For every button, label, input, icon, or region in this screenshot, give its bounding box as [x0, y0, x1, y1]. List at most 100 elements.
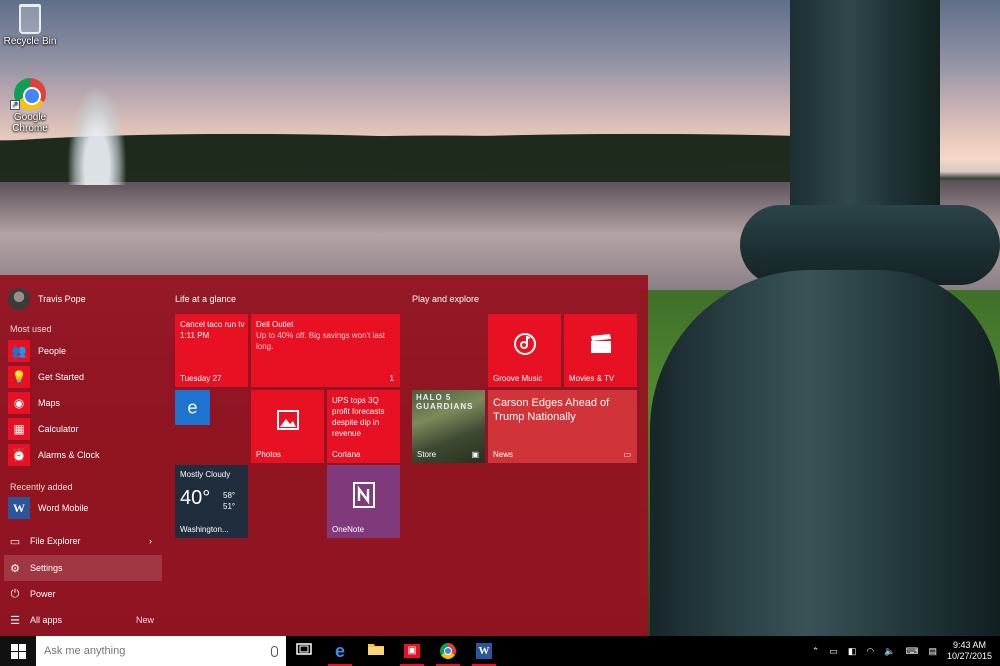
- movies-tv-label: Movies & TV: [569, 374, 615, 383]
- chrome-label: Google Chrome: [12, 112, 48, 134]
- taskbar-word[interactable]: W: [466, 636, 502, 666]
- app-label: Maps: [38, 398, 61, 408]
- action-center-icon[interactable]: ▤: [928, 646, 937, 657]
- start-menu-app-list: Travis Pope Most used 👥 People 💡 Get Sta…: [0, 275, 168, 636]
- user-name: Travis Pope: [38, 294, 86, 304]
- mail-preview: Up to 40% off. Big savings won't last lo…: [256, 331, 386, 351]
- task-view-icon: [296, 642, 312, 660]
- clapperboard-icon: [590, 333, 612, 360]
- lightbulb-icon: 💡: [8, 366, 30, 388]
- photos-icon: [276, 409, 299, 436]
- onenote-icon: [352, 481, 376, 514]
- movies-tv-tile[interactable]: Movies & TV: [564, 314, 637, 387]
- file-explorer-button[interactable]: ▭ File Explorer ›: [4, 528, 162, 554]
- news-tile[interactable]: Carson Edges Ahead of Trump Nationally N…: [488, 390, 637, 463]
- photos-label: Photos: [256, 450, 281, 459]
- task-view-button[interactable]: [286, 636, 322, 666]
- taskbar: e ▣ W ⌃ ▭ ◧ ◠ 🔈 ⌨ ▤ 9:43 AM 10/27/2015: [0, 636, 1000, 666]
- mail-tile[interactable]: Dell Outlet Up to 40% off. Big savings w…: [251, 314, 400, 387]
- all-apps-label: All apps: [30, 615, 63, 625]
- taskbar-edge[interactable]: e: [322, 636, 358, 666]
- weather-low: 51°: [223, 502, 236, 511]
- cortana-label: Cortana: [332, 450, 361, 459]
- recently-added-heading: Recently added: [10, 482, 73, 492]
- power-button[interactable]: ⏻ Power: [4, 581, 162, 607]
- calendar-date: Tuesday 27: [180, 374, 222, 383]
- app-label: Word Mobile: [38, 503, 89, 513]
- battery-icon[interactable]: ▭: [829, 646, 838, 657]
- taskbar-store[interactable]: ▣: [394, 636, 430, 666]
- cortana-search-box[interactable]: [36, 636, 286, 666]
- mail-sender: Dell Outlet: [256, 320, 294, 329]
- app-alarms-clock[interactable]: ⏰ Alarms & Clock: [8, 443, 162, 467]
- app-label: People: [38, 346, 67, 356]
- word-icon: W: [8, 497, 30, 519]
- onenote-label: OneNote: [332, 525, 365, 534]
- app-people[interactable]: 👥 People: [8, 339, 162, 363]
- folder-icon: ▭: [9, 535, 21, 548]
- store-bag-icon: ▣: [471, 450, 479, 459]
- weather-location: Washington...: [180, 525, 229, 534]
- weather-temp: 40°: [180, 487, 211, 509]
- settings-button[interactable]: ⚙ Settings: [4, 555, 162, 581]
- file-explorer-icon: [367, 642, 385, 661]
- wallpaper-fountain: [62, 70, 132, 185]
- word-icon: W: [476, 643, 492, 659]
- calendar-time: 1:11 PM: [180, 331, 210, 340]
- group-title-life: Life at a glance: [175, 294, 237, 304]
- calendar-event: Cancel taco run tv: [180, 320, 245, 329]
- keyboard-icon[interactable]: ⌨: [905, 646, 918, 657]
- calendar-tile[interactable]: Cancel taco run tv 1:11 PM Tuesday 27: [175, 314, 248, 387]
- weather-condition: Mostly Cloudy: [180, 470, 231, 479]
- app-get-started[interactable]: 💡 Get Started: [8, 365, 162, 389]
- news-icon: ▭: [623, 450, 631, 459]
- mail-count: 1: [389, 374, 394, 383]
- edge-icon: e: [334, 640, 345, 661]
- groove-music-tile[interactable]: Groove Music: [488, 314, 561, 387]
- group-title-play: Play and explore: [412, 294, 480, 304]
- people-icon: 👥: [8, 340, 30, 362]
- wifi-icon[interactable]: ◠: [866, 646, 874, 657]
- edge-icon: e: [187, 397, 198, 417]
- list-icon: ☰: [10, 614, 20, 627]
- chrome-shortcut[interactable]: ↗ Google Chrome: [0, 78, 60, 134]
- clock[interactable]: 9:43 AM 10/27/2015: [947, 640, 992, 662]
- most-used-heading: Most used: [10, 324, 52, 334]
- all-apps-button[interactable]: ☰ All apps New: [4, 607, 162, 633]
- clock-date: 10/27/2015: [946, 651, 992, 661]
- app-label: Calculator: [38, 424, 79, 434]
- cortana-headline: UPS tops 3Q profit forecasts despite dip…: [332, 396, 385, 438]
- recycle-bin-shortcut[interactable]: Recycle Bin: [0, 4, 60, 47]
- system-tray: ⌃ ▭ ◧ ◠ 🔈 ⌨ ▤ 9:43 AM 10/27/2015: [812, 640, 1000, 662]
- search-input[interactable]: [44, 645, 265, 657]
- calculator-icon: ▦: [8, 418, 30, 440]
- onenote-tile[interactable]: OneNote: [327, 465, 400, 538]
- app-maps[interactable]: ◉ Maps: [8, 391, 162, 415]
- speaker-icon[interactable]: ◧: [848, 646, 857, 657]
- maps-icon: ◉: [8, 392, 30, 414]
- taskbar-chrome[interactable]: [430, 636, 466, 666]
- taskbar-file-explorer[interactable]: [358, 636, 394, 666]
- app-label: Get Started: [38, 372, 85, 382]
- news-label: News: [493, 450, 514, 459]
- cortana-tile[interactable]: UPS tops 3Q profit forecasts despite dip…: [327, 390, 400, 463]
- store-label: Store: [417, 450, 437, 459]
- power-icon: ⏻: [10, 587, 20, 600]
- groove-music-icon: [513, 332, 537, 362]
- store-tile[interactable]: HALO 5 GUARDIANS Store ▣: [412, 390, 485, 463]
- avatar: [8, 288, 30, 310]
- microphone-icon[interactable]: [271, 645, 278, 657]
- recycle-bin-icon: [19, 4, 41, 34]
- app-word-mobile[interactable]: W Word Mobile: [8, 496, 162, 520]
- volume-icon[interactable]: 🔈: [884, 646, 895, 657]
- app-calculator[interactable]: ▦ Calculator: [8, 417, 162, 441]
- user-account[interactable]: Travis Pope: [8, 287, 86, 311]
- weather-tile[interactable]: Mostly Cloudy 40° 58° 51° Washington...: [175, 465, 248, 538]
- clock-time: 9:43 AM: [952, 640, 986, 650]
- photos-tile[interactable]: Photos: [251, 390, 324, 463]
- chevron-up-icon[interactable]: ⌃: [812, 646, 820, 657]
- edge-tile[interactable]: e: [175, 390, 210, 425]
- chevron-right-icon[interactable]: ›: [149, 536, 152, 546]
- start-button[interactable]: [0, 636, 36, 666]
- store-game-title: HALO 5 GUARDIANS: [416, 393, 474, 411]
